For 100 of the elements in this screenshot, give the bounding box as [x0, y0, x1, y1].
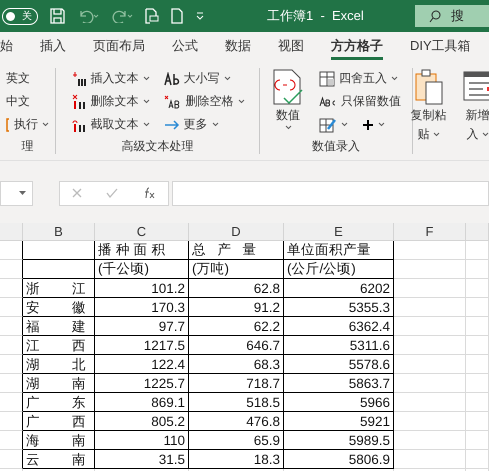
- group-label: 高级文本处理: [122, 138, 194, 154]
- new-document-icon[interactable]: [171, 8, 183, 24]
- empty-cell: [466, 260, 489, 279]
- empty-cell: [466, 355, 489, 374]
- table-cell: 97.7: [95, 317, 189, 336]
- empty-cell: [0, 241, 23, 260]
- empty-cell: [394, 450, 466, 469]
- table-cell: (万吨): [189, 260, 284, 279]
- ribbon-button[interactable]: 英文: [6, 68, 49, 89]
- table-cell: 安徽: [23, 298, 95, 317]
- ribbon-button[interactable]: 中文: [6, 91, 49, 112]
- table-cell: 湖北: [23, 355, 95, 374]
- ribbon-button[interactable]: 大小写: [164, 68, 244, 89]
- table-cell: 总 产 量: [189, 241, 284, 260]
- empty-cell: [0, 317, 23, 336]
- empty-cell: [466, 393, 489, 412]
- empty-cell: [0, 412, 23, 431]
- tool-icon: [70, 94, 86, 110]
- search-field[interactable]: 搜: [415, 5, 489, 27]
- column-header[interactable]: D: [189, 223, 284, 241]
- ribbon-tab[interactable]: DIY工具箱: [410, 32, 471, 60]
- print-preview-icon[interactable]: [145, 8, 159, 24]
- ribbon-button[interactable]: 四舍五入: [319, 68, 401, 89]
- empty-cell: [0, 355, 23, 374]
- formula-bar[interactable]: [172, 180, 489, 206]
- table-cell: 62.2: [189, 317, 284, 336]
- group-label: 理: [22, 138, 34, 154]
- ribbon-tab[interactable]: 插入: [40, 32, 66, 60]
- table-cell: 5806.9: [284, 450, 394, 469]
- table-cell: 122.4: [95, 355, 189, 374]
- ribbon-button[interactable]: 截取文本: [70, 114, 150, 135]
- tool-icon: [6, 118, 10, 132]
- table-cell: 718.7: [189, 374, 284, 393]
- table-cell: 单位面积产量: [284, 241, 394, 260]
- column-header[interactable]: C: [95, 223, 189, 241]
- table-cell: 6362.4: [284, 317, 394, 336]
- table-cell: 65.9: [189, 431, 284, 450]
- table-cell: 62.8: [189, 279, 284, 298]
- empty-cell: [394, 298, 466, 317]
- empty-cell: [394, 260, 466, 279]
- column-header[interactable]: B: [23, 223, 95, 241]
- customize-icon[interactable]: [195, 11, 205, 21]
- table-cell: 5966: [284, 393, 394, 412]
- autosave-toggle[interactable]: 关: [2, 8, 38, 24]
- tool-icon: [164, 72, 180, 86]
- ribbon-button[interactable]: 删除文本: [70, 91, 150, 112]
- tool-icon: [164, 118, 180, 130]
- empty-cell: [394, 279, 466, 298]
- empty-cell: [0, 450, 23, 469]
- empty-cell: [394, 374, 466, 393]
- empty-cell: [0, 279, 23, 298]
- table-cell: (千公顷): [95, 260, 189, 279]
- window-title: 工作簿1 - Excel: [267, 7, 364, 25]
- cancel-icon[interactable]: [72, 188, 82, 198]
- ribbon-button[interactable]: 执行: [6, 114, 49, 135]
- table-cell: 31.5: [95, 450, 189, 469]
- empty-cell: [23, 260, 95, 279]
- ribbon-large-button[interactable]: 复制粘 贴: [410, 68, 446, 144]
- table-cell: 91.2: [189, 298, 284, 317]
- ribbon-button[interactable]: 只保留数值: [319, 91, 401, 112]
- table-cell: 6202: [284, 279, 394, 298]
- ribbon-tab[interactable]: 始: [0, 32, 13, 60]
- empty-cell: [466, 298, 489, 317]
- table-cell: 海南: [23, 431, 95, 450]
- empty-cell: [466, 336, 489, 355]
- ribbon-tab[interactable]: 视图: [278, 32, 304, 60]
- plus-icon[interactable]: [362, 118, 374, 130]
- table-cell: 5311.6: [284, 336, 394, 355]
- table-cell: 福建: [23, 317, 95, 336]
- table-cell: 518.5: [189, 393, 284, 412]
- ribbon-large-button[interactable]: 数值: [271, 68, 305, 130]
- redo-icon[interactable]: [111, 9, 133, 23]
- empty-cell: [466, 431, 489, 450]
- ribbon-tab[interactable]: 数据: [225, 32, 251, 60]
- column-header[interactable]: F: [394, 223, 466, 241]
- ribbon-button[interactable]: 删除空格: [164, 91, 244, 112]
- table-cell: (公斤/公顷): [284, 260, 394, 279]
- empty-cell: [466, 279, 489, 298]
- empty-cell: [466, 374, 489, 393]
- ribbon-large-button[interactable]: 新增 入: [460, 68, 489, 144]
- column-header[interactable]: E: [284, 223, 394, 241]
- empty-cell: [466, 317, 489, 336]
- empty-cell: [466, 412, 489, 431]
- edit-cell-icon[interactable]: [319, 116, 337, 132]
- ribbon-button[interactable]: 插入文本: [70, 68, 150, 89]
- enter-icon[interactable]: [106, 188, 118, 198]
- insert-function-icon[interactable]: [142, 187, 156, 199]
- ribbon-tab[interactable]: 页面布局: [93, 32, 145, 60]
- ribbon-button[interactable]: 更多: [164, 114, 244, 135]
- table-cell: 广西: [23, 412, 95, 431]
- dropdown-icon: [19, 191, 26, 195]
- tool-icon: [164, 94, 182, 108]
- name-box[interactable]: [0, 180, 33, 206]
- table-cell: 1217.5: [95, 336, 189, 355]
- empty-cell: [0, 393, 23, 412]
- ribbon-tab[interactable]: 公式: [172, 32, 198, 60]
- empty-cell: [466, 450, 489, 469]
- table-cell: 5921: [284, 412, 394, 431]
- save-icon[interactable]: [50, 8, 65, 24]
- table-cell: 浙江: [23, 279, 95, 298]
